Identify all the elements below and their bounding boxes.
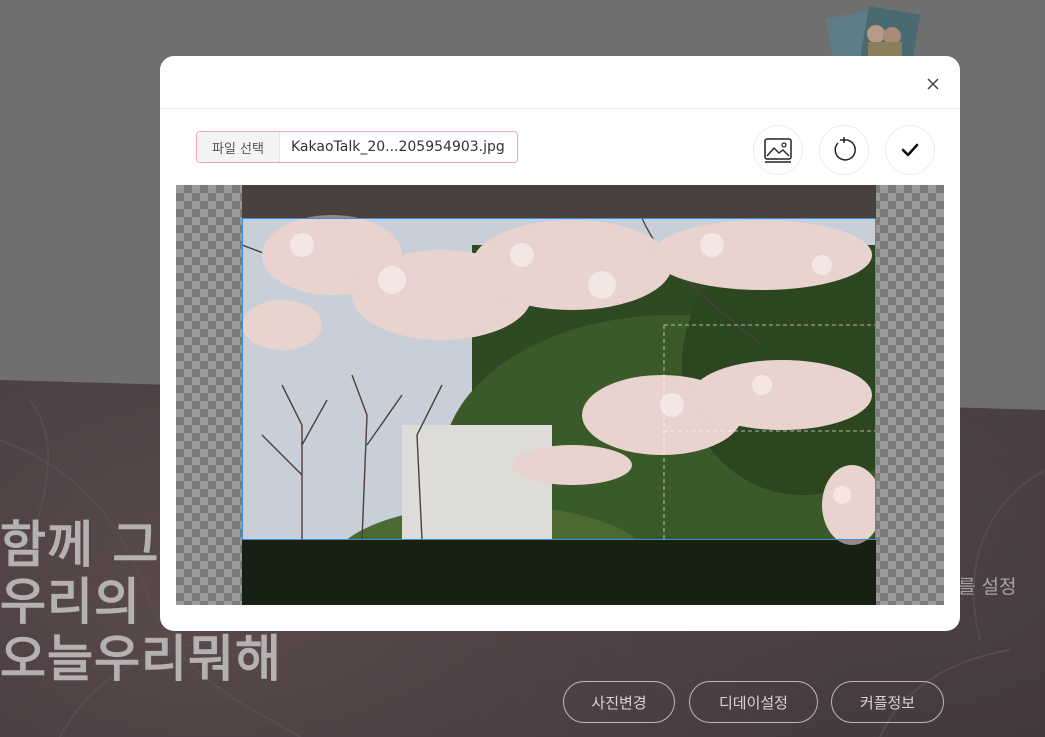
file-input[interactable]: 파일 선택 KakaoTalk_20...205954903.jpg [196, 131, 518, 163]
rotate-icon [834, 137, 856, 161]
check-icon [901, 143, 919, 157]
dday-settings-button[interactable]: 디데이설정 [689, 681, 818, 723]
change-photo-button[interactable]: 사진변경 [563, 681, 675, 723]
image-icon [764, 138, 792, 163]
side-caption: 를 설정 [958, 576, 1017, 598]
image-button[interactable] [753, 125, 803, 175]
modal-header [160, 56, 960, 109]
close-icon[interactable] [922, 73, 944, 95]
confirm-button[interactable] [885, 125, 935, 175]
rotate-button[interactable] [819, 125, 869, 175]
image-crop-modal: 파일 선택 KakaoTalk_20...205954903.jpg [160, 56, 960, 631]
couple-info-button[interactable]: 커플정보 [831, 681, 944, 723]
crop-selection-frame[interactable] [242, 218, 876, 540]
selected-file-name: KakaoTalk_20...205954903.jpg [291, 139, 505, 155]
file-select-button[interactable]: 파일 선택 [197, 132, 280, 162]
crop-canvas[interactable] [176, 185, 944, 605]
